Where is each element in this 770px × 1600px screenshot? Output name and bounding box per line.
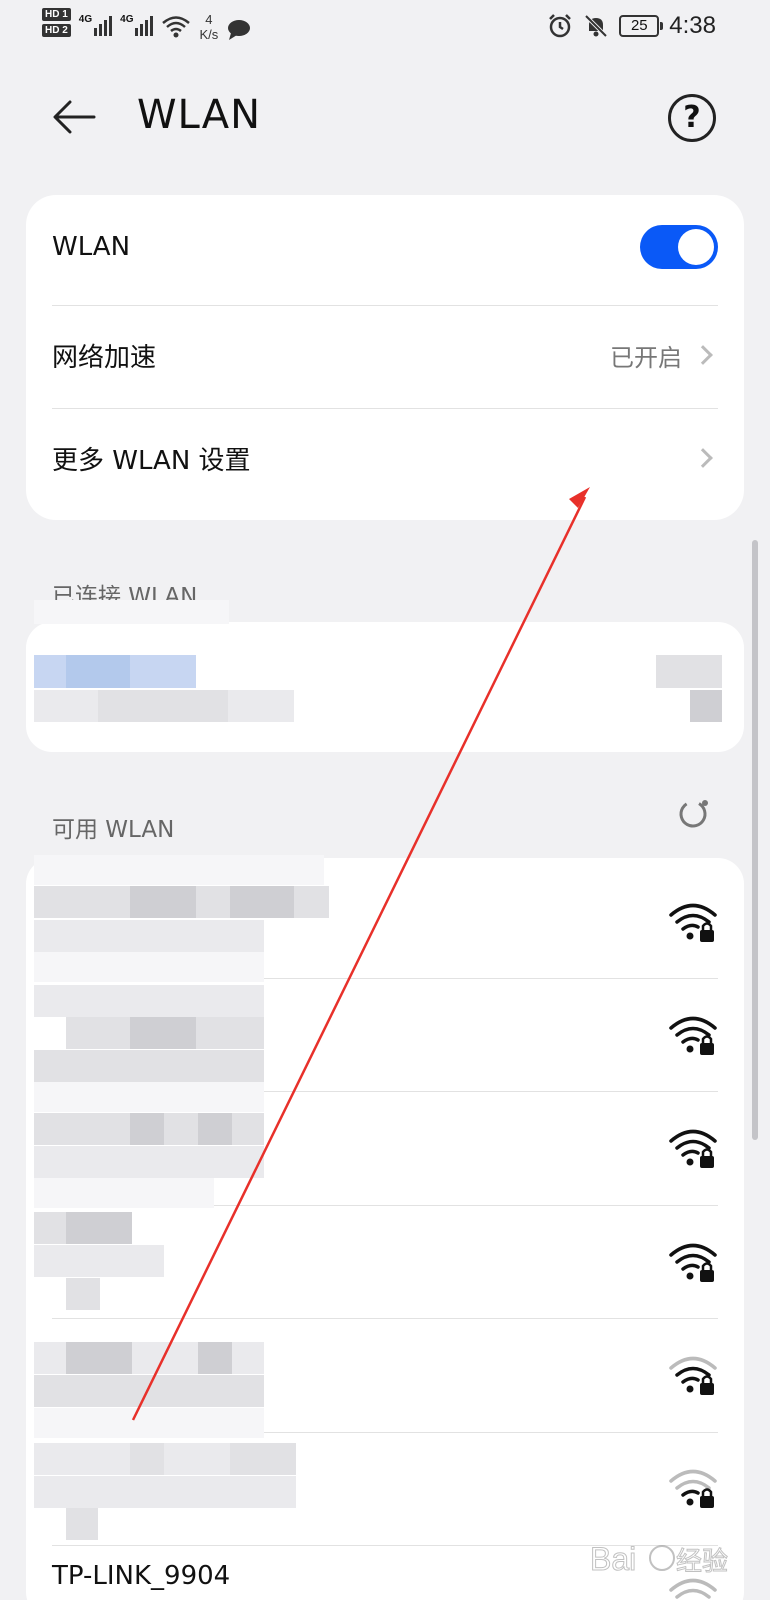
signal-2-icon: 4G: [120, 8, 154, 36]
blurred-region: [66, 1508, 98, 1540]
wifi-lock-icon: [669, 903, 717, 942]
wifi-lock-icon: [669, 1469, 717, 1508]
blurred-region: [34, 1245, 164, 1277]
net2-label: 4G: [120, 14, 134, 25]
wlan-toggle-row[interactable]: WLAN: [52, 222, 718, 272]
app-bar: WLAN ?: [0, 70, 770, 170]
blurred-region: [34, 920, 264, 952]
chevron-right-icon: [693, 448, 713, 468]
blurred-region: [130, 655, 196, 688]
blurred-region: [34, 855, 324, 885]
back-arrow-icon[interactable]: [50, 92, 100, 142]
status-right: 25 4:38: [547, 12, 716, 40]
blurred-region: [198, 1113, 232, 1145]
mute-bell-icon: [584, 14, 608, 38]
blurred-region: [66, 1212, 132, 1244]
blurred-region: [34, 1476, 296, 1508]
hd1-badge: HD 1: [42, 8, 71, 21]
divider: [52, 1318, 718, 1319]
blurred-region: [34, 1408, 264, 1438]
blurred-region: [130, 886, 196, 918]
blurred-region: [34, 1146, 264, 1178]
blurred-region: [130, 1443, 164, 1475]
available-section-header: 可用 WLAN: [52, 817, 175, 843]
wifi-status-icon: [162, 16, 191, 38]
blurred-region: [34, 1050, 264, 1082]
wifi-lock-icon: [669, 1243, 717, 1282]
chevron-right-icon: [693, 345, 713, 365]
blurred-region: [130, 1113, 164, 1145]
page-title: WLAN: [137, 92, 262, 138]
wifi-lock-icon: [669, 1129, 717, 1168]
svg-text:经验: 经验: [676, 1546, 728, 1576]
scrollbar[interactable]: [752, 540, 758, 1140]
network-acceleration-row[interactable]: 网络加速 已开启: [52, 330, 718, 380]
blurred-region: [66, 1342, 132, 1374]
message-icon: [228, 20, 251, 40]
blurred-region: [130, 1017, 196, 1049]
help-icon[interactable]: ?: [668, 94, 716, 142]
settings-card: WLAN 网络加速 已开启 更多 WLAN 设置: [26, 195, 744, 520]
blurred-region: [690, 690, 722, 722]
alarm-icon: [549, 14, 572, 38]
net1-label: 4G: [78, 14, 93, 25]
svg-text:Bai: Bai: [590, 1541, 636, 1577]
status-bar: HD 1 HD 2 4G 4G 4 K/s 25 4:38: [0, 0, 770, 60]
speed-unit: K/s: [199, 27, 219, 42]
battery-icon: 25: [619, 15, 664, 37]
divider: [52, 408, 718, 409]
blurred-region: [230, 1443, 296, 1475]
blurred-region: [34, 1375, 264, 1407]
wifi-lock-icon: [669, 1016, 717, 1055]
network-name-tplink[interactable]: TP-LINK_9904: [52, 1561, 230, 1591]
wlan-toggle-switch[interactable]: [640, 225, 718, 269]
status-left: HD 1 HD 2 4G 4G 4 K/s: [42, 8, 252, 42]
blurred-region: [34, 1178, 214, 1208]
blurred-region: [230, 886, 294, 918]
signal-1-icon: 4G: [78, 8, 113, 36]
speed-value: 4: [205, 12, 213, 27]
more-wlan-settings-row[interactable]: 更多 WLAN 设置: [52, 433, 718, 483]
refresh-icon[interactable]: [678, 797, 710, 829]
more-wlan-label: 更多 WLAN 设置: [52, 445, 251, 476]
blurred-region: [34, 600, 229, 624]
blurred-region: [34, 952, 264, 982]
blurred-region: [198, 1342, 232, 1374]
blurred-region: [34, 985, 264, 1017]
blurred-region: [34, 655, 66, 688]
wlan-label: WLAN: [52, 232, 131, 262]
net-speed: 4 K/s: [199, 12, 218, 42]
clock: 4:38: [669, 12, 716, 39]
blurred-region: [98, 690, 228, 722]
blurred-region: [34, 1082, 264, 1112]
hd2-badge: HD 2: [42, 24, 71, 37]
blurred-region: [656, 655, 722, 688]
accel-status: 已开启: [610, 343, 682, 372]
hd-badges: HD 1 HD 2: [42, 8, 71, 37]
baidu-watermark-logo: Bai 经验: [590, 1530, 760, 1590]
accel-label: 网络加速: [52, 342, 157, 373]
divider: [52, 305, 718, 306]
blurred-region: [66, 1278, 100, 1310]
wifi-lock-icon: [669, 1356, 717, 1395]
